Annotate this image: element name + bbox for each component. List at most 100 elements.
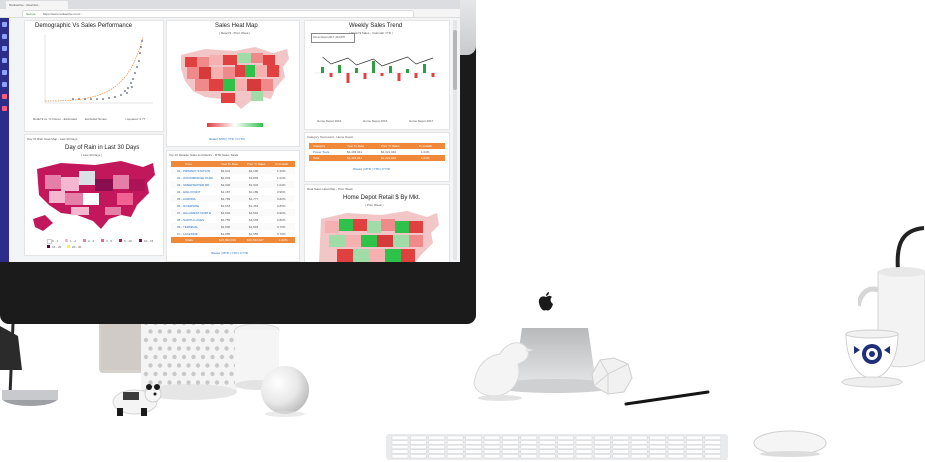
keyboard (386, 434, 728, 460)
browser-tab[interactable]: Rankactive - Real Est... (6, 1, 68, 9)
top-stores-link[interactable]: Weeks | MTD | YTD | CYTD (211, 251, 248, 255)
keyboard-key (686, 444, 703, 450)
keyboard-key (575, 440, 593, 445)
sidebar-icon-6[interactable] (2, 82, 7, 87)
keyboard-key (428, 454, 446, 459)
vase-hole (153, 371, 158, 377)
rain-legend-label-3: 2 - 3 (88, 239, 95, 243)
store-name[interactable]: 10 - LAKESIDE (177, 232, 198, 236)
keyboard-key (391, 440, 409, 445)
vase-hole (162, 337, 168, 343)
keyboard-key (465, 435, 482, 440)
store-name[interactable]: 04 - HIGH POINT (177, 190, 201, 194)
top-stores-panel: Top 10 Retailer Stats and Ranks - MTD Sa… (166, 150, 300, 262)
keyboard-key (667, 449, 685, 454)
store-name[interactable]: 02 - WOODBRIDGE PARK (177, 176, 213, 180)
store-name[interactable]: 06 - RIVERSIDE (177, 204, 199, 208)
store-name[interactable]: 03 - GREENWATER RD (177, 183, 209, 187)
keyboard-key (557, 449, 574, 454)
vase-hole (205, 363, 210, 368)
keyboard-key (483, 435, 501, 440)
screen-scrollbar[interactable] (453, 20, 457, 260)
keyboard-key (465, 454, 482, 459)
weekly-title: Weekly Sales Trend (349, 23, 403, 29)
weekly-bar (338, 65, 341, 73)
vase-hole (214, 363, 220, 368)
lamp-clip (0, 326, 22, 370)
heatmap-link[interactable]: Retail | MTD | YTD | CYTD (209, 137, 245, 141)
url-text: https://www.rankactive.com/... (43, 12, 83, 16)
keyboard-key (502, 454, 519, 459)
sidebar (0, 18, 9, 262)
rain-legend-label-7: 15 - 20 (52, 245, 62, 249)
store-name[interactable]: 09 - TERMINAL (177, 225, 198, 229)
weekly-bars (321, 61, 435, 83)
keyboard-key (428, 435, 446, 440)
keyboard-key (575, 449, 593, 454)
retail-map-title: Home Depot Retail $ By Mkt. (343, 195, 421, 201)
store-name[interactable]: 08 - NORTH LAKES (177, 218, 204, 222)
scrollbar-thumb[interactable] (453, 30, 457, 90)
keyboard-key (538, 440, 556, 445)
sidebar-icon-1[interactable] (2, 22, 7, 27)
keyboard-key (410, 454, 427, 459)
url-bar[interactable]: Secure https://www.rankactive.com/... (22, 10, 414, 18)
vase-hole (181, 337, 187, 343)
vase-hole (200, 337, 206, 343)
sidebar-icon-4[interactable] (2, 58, 7, 63)
keyboard-key (704, 440, 722, 445)
keyboard-key (520, 440, 538, 445)
category-col-3: Prior Yr Sales (381, 144, 400, 148)
vase-hole (148, 363, 153, 368)
apple-logo-icon (538, 292, 553, 311)
store-name[interactable]: 01 - PRIMARY STATION (177, 169, 210, 173)
category-total-ytd: $4,493,041 (347, 156, 363, 160)
vase-hole (162, 371, 168, 377)
vase-hole (219, 337, 225, 343)
vase-hole (205, 329, 210, 334)
weekly-bar (389, 66, 392, 73)
vase-hole (186, 363, 191, 368)
heatmap-legend-bar (207, 123, 263, 127)
table-row: 07 - HILLCREST NORTH $1,602 $1,591 0.90% (171, 209, 295, 216)
rain-header: Day Of Rain Heat Map - Last 30 Days (27, 137, 78, 141)
keyboard-key (446, 444, 464, 450)
store-ytd: $1,590 (221, 225, 231, 229)
alaska-shape (33, 215, 53, 231)
category-row-name[interactable]: Power Tools (313, 150, 329, 154)
store-growth: 0.82% (277, 197, 286, 201)
vase-hole (191, 337, 196, 343)
rain-legend-label-4: 3 - 5 (106, 239, 113, 243)
sidebar-icon-7[interactable] (2, 94, 7, 99)
keyboard-key (612, 449, 630, 454)
browser-tabbar: Rankactive - Real Est... (0, 0, 460, 9)
sidebar-icon-5[interactable] (2, 70, 7, 75)
keyboard-key (538, 454, 556, 459)
weekly-bar (414, 73, 418, 78)
vase-hole (224, 380, 229, 385)
sidebar-icon-3[interactable] (2, 46, 7, 51)
vase-hole (210, 371, 215, 377)
rain-legend-label-2: 1 - 2 (70, 239, 77, 243)
keyboard-key (630, 440, 648, 445)
store-name[interactable]: 07 - HILLCREST NORTH (177, 211, 211, 215)
keyboard-key (630, 444, 648, 450)
store-growth: 0.90% (277, 211, 286, 215)
top-stores-total-prior: $16,562,607 (247, 238, 264, 242)
vase-hole (172, 354, 177, 360)
demographic-legend-3: r-squared: 0.77 (125, 117, 146, 121)
sidebar-icon-8[interactable] (2, 106, 7, 111)
category-total-prior: $4,321,040 (381, 156, 397, 160)
category-link[interactable]: Weeks | MTD | YTD | CYTD (353, 167, 390, 171)
keyboard-key (502, 444, 519, 450)
keyboard-key (557, 435, 574, 440)
tab-title: Rankactive - Real Est... (9, 3, 41, 7)
weekly-bar (423, 64, 426, 73)
sidebar-icon-2[interactable] (2, 34, 7, 39)
top-stores-total-label: Totals (185, 238, 193, 242)
rain-legend-label-8: 20 - 30 (72, 245, 82, 249)
vase-hole (181, 354, 187, 360)
vase-hole (162, 354, 168, 360)
store-name[interactable]: 05 - AURORA (177, 197, 196, 201)
rain-legend-swatch-5 (119, 239, 122, 242)
